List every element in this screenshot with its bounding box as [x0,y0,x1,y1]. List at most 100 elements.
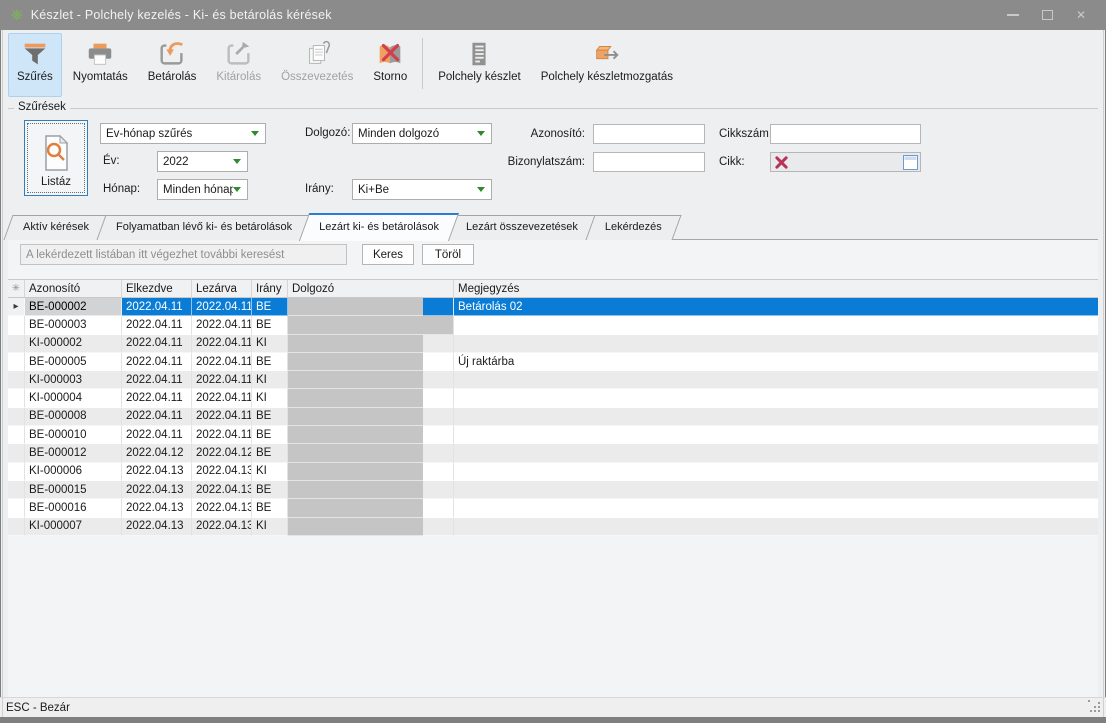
tab-lezart-osszevezetesek[interactable]: Lezárt összevezetések [451,214,593,240]
cell-lezarva: 2022.04.13 [192,499,252,517]
book-red-x-icon [375,39,405,69]
merge-button: Összevezetés [272,33,362,97]
lookup-window-icon[interactable] [903,155,918,170]
table-row[interactable]: KI-000006 2022.04.13 2022.04.13 KI [8,463,1098,481]
asterisk-icon: ✳ [12,283,20,294]
cell-irany: BE [252,298,288,316]
direction-dropdown[interactable]: Ki+Be [352,179,492,200]
clear-search-button[interactable]: Töröl [422,244,474,265]
table-row[interactable]: BE-000005 2022.04.11 2022.04.11 BE Új ra… [8,353,1098,371]
cell-elkezdve: 2022.04.13 [122,499,192,517]
filter-button[interactable]: Szűrés [8,33,62,97]
cell-azonosito: KI-000003 [25,371,122,389]
column-header-irany[interactable]: Irány [252,280,288,297]
cell-lezarva: 2022.04.13 [192,481,252,499]
cell-azonosito: KI-000007 [25,518,122,536]
cell-azonosito: KI-000004 [25,389,122,407]
tab-folyamatban[interactable]: Folyamatban lévő ki- és betárolások [101,214,307,240]
close-button[interactable]: ✕ [1064,0,1098,30]
selected-row-marker-icon: ▸ [13,301,18,312]
shelf-stock-button[interactable]: Polchely készlet [429,33,529,97]
cell-lezarva: 2022.04.11 [192,371,252,389]
cell-irany: KI [252,371,288,389]
cell-dolgozo [288,353,454,371]
cell-megjegyzes [454,408,1098,426]
tab-aktiv-keresek[interactable]: Aktív kérések [8,214,104,240]
column-header-azonosito[interactable]: Azonosító [25,280,122,297]
table-row[interactable]: BE-000010 2022.04.11 2022.04.11 BE [8,426,1098,444]
cell-azonosito: KI-000006 [25,463,122,481]
item-lookup-field[interactable] [770,152,921,172]
list-button[interactable]: Listáz [24,120,88,196]
table-row[interactable]: KI-000002 2022.04.11 2022.04.11 KI [8,335,1098,353]
cell-megjegyzes [454,481,1098,499]
identifier-input[interactable] [593,124,705,144]
cell-azonosito: BE-000010 [25,426,122,444]
row-indicator-cell [8,499,25,517]
table-row[interactable]: BE-000003 2022.04.11 2022.04.11 BE [8,316,1098,334]
cell-irany: KI [252,389,288,407]
row-indicator-cell [8,518,25,536]
print-button[interactable]: Nyomtatás [64,33,137,97]
cell-dolgozo [288,499,454,517]
row-indicator-cell [8,371,25,389]
tab-lekerdezes[interactable]: Lekérdezés [590,214,677,240]
period-filter-dropdown[interactable]: Év-hónap szűrés [100,123,266,144]
table-row[interactable]: KI-000004 2022.04.11 2022.04.11 KI [8,389,1098,407]
year-dropdown[interactable]: 2022 [157,151,248,172]
cell-elkezdve: 2022.04.12 [122,444,192,462]
table-row[interactable]: ▸ BE-000002 2022.04.11 2022.04.11 BE Bet… [8,298,1098,316]
search-button[interactable]: Keres [362,244,414,265]
identifier-label: Azonosító: [460,127,585,142]
table-row[interactable]: BE-000015 2022.04.13 2022.04.13 BE [8,481,1098,499]
window-title: Készlet - Polchely kezelés - Ki- és betá… [31,8,332,22]
table-row[interactable]: BE-000016 2022.04.13 2022.04.13 BE [8,499,1098,517]
table-row[interactable]: BE-000008 2022.04.11 2022.04.11 BE [8,408,1098,426]
cell-irany: BE [252,353,288,371]
grid-rows: ▸ BE-000002 2022.04.11 2022.04.11 BE Bet… [8,298,1098,536]
cell-dolgozo [288,408,454,426]
list-search-input[interactable] [20,244,347,265]
app-window: ❋ Készlet - Polchely kezelés - Ki- és be… [0,0,1106,723]
clear-red-x-icon[interactable] [775,156,788,169]
cell-dolgozo [288,389,454,407]
cell-megjegyzes [454,463,1098,481]
cell-lezarva: 2022.04.13 [192,463,252,481]
cell-irany: KI [252,518,288,536]
column-header-megjegyzes[interactable]: Megjegyzés [454,280,1098,297]
cell-dolgozo [288,444,454,462]
cell-elkezdve: 2022.04.11 [122,371,192,389]
storno-button[interactable]: Storno [364,33,416,97]
month-dropdown[interactable]: Minden hónap [157,179,248,200]
store-in-button[interactable]: Betárolás [139,33,206,97]
app-icon: ❋ [11,8,23,22]
resize-grip-icon[interactable] [1088,700,1102,714]
maximize-button[interactable] [1030,0,1064,30]
table-row[interactable]: KI-000003 2022.04.11 2022.04.11 KI [8,371,1098,389]
cell-elkezdve: 2022.04.11 [122,298,192,316]
item-label: Cikk: [719,155,745,170]
titlebar: ❋ Készlet - Polchely kezelés - Ki- és be… [0,0,1106,30]
cell-azonosito: BE-000016 [25,499,122,517]
row-indicator-cell [8,335,25,353]
statusbar: ESC - Bezár [0,697,1106,717]
cell-dolgozo [288,518,454,536]
row-indicator-cell [8,316,25,334]
cell-elkezdve: 2022.04.13 [122,518,192,536]
table-header-row: ✳ Azonosító Elkezdve Lezárva Irány Dolgo… [8,279,1098,298]
cell-megjegyzes [454,371,1098,389]
minimize-button[interactable] [996,0,1030,30]
document-number-input[interactable] [593,152,705,172]
cell-lezarva: 2022.04.11 [192,408,252,426]
window-controls: ✕ [996,0,1098,30]
tab-lezart-ki-es-betarolasok[interactable]: Lezárt ki- és betárolások [304,214,454,240]
table-row[interactable]: BE-000012 2022.04.12 2022.04.12 BE [8,444,1098,462]
shelf-stock-move-button[interactable]: Polchely készletmozgatás [532,33,682,97]
cell-dolgozo [288,426,454,444]
table-row[interactable]: KI-000007 2022.04.13 2022.04.13 KI [8,518,1098,536]
item-number-input[interactable] [770,124,921,144]
column-header-elkezdve[interactable]: Elkezdve [122,280,192,297]
filter-icon [20,39,50,69]
column-header-lezarva[interactable]: Lezárva [192,280,252,297]
column-header-dolgozo[interactable]: Dolgozó [288,280,454,297]
